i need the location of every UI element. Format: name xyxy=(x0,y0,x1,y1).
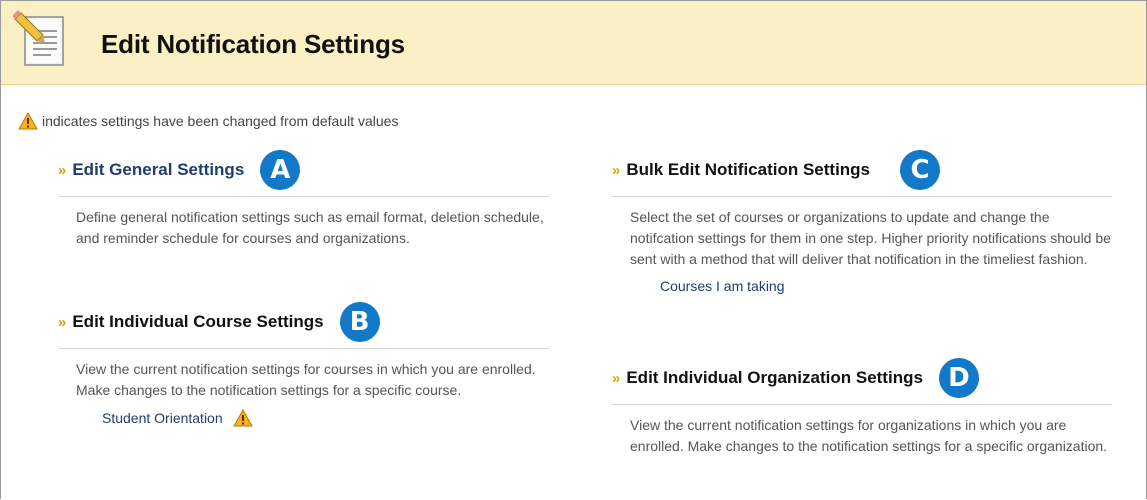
raquo-icon: » xyxy=(58,313,67,331)
section-individual-course-settings: » Edit Individual Course Settings B View… xyxy=(58,302,550,428)
edit-general-settings-link[interactable]: Edit General Settings xyxy=(72,160,244,180)
callout-badge-c: C xyxy=(900,150,941,190)
section-description: View the current notification settings f… xyxy=(630,417,1108,454)
courses-i-am-taking-link[interactable]: Courses I am taking xyxy=(660,278,785,294)
callout-badge-b: B xyxy=(339,302,380,342)
raquo-icon: » xyxy=(612,369,621,387)
section-description: Define general notification settings suc… xyxy=(76,209,544,246)
student-orientation-label: Student Orientation xyxy=(102,410,223,426)
callout-badge-d: D xyxy=(938,358,979,398)
callout-badge-a: A xyxy=(260,150,301,190)
section-header: » Edit General Settings A xyxy=(58,150,550,197)
bulk-edit-notification-settings-title[interactable]: Bulk Edit Notification Settings xyxy=(626,160,870,180)
edit-individual-course-settings-title[interactable]: Edit Individual Course Settings xyxy=(72,312,323,332)
edit-individual-organization-settings-title[interactable]: Edit Individual Organization Settings xyxy=(626,368,923,388)
section-description: Select the set of courses or organizatio… xyxy=(630,209,1111,267)
section-bulk-edit: » Bulk Edit Notification Settings C Sele… xyxy=(612,150,1112,296)
section-header: » Edit Individual Course Settings B xyxy=(58,302,550,349)
student-orientation-link[interactable]: Student Orientation xyxy=(102,409,253,427)
legend: indicates settings have been changed fro… xyxy=(18,112,398,130)
page-title: Edit Notification Settings xyxy=(101,29,405,59)
warning-triangle-icon xyxy=(18,112,38,130)
warning-triangle-icon xyxy=(232,409,253,427)
legend-text: indicates settings have been changed fro… xyxy=(42,113,399,129)
section-header: » Bulk Edit Notification Settings C xyxy=(612,150,1112,197)
section-individual-organization-settings: » Edit Individual Organization Settings … xyxy=(612,358,1112,457)
section-description: View the current notification settings f… xyxy=(76,361,536,398)
raquo-icon: » xyxy=(612,161,621,179)
section-header: » Edit Individual Organization Settings … xyxy=(612,358,1112,405)
raquo-icon: » xyxy=(58,161,67,179)
section-general-settings: » Edit General Settings A Define general… xyxy=(58,150,550,249)
document-pencil-icon xyxy=(13,10,64,66)
page-header: Edit Notification Settings xyxy=(1,1,1146,85)
